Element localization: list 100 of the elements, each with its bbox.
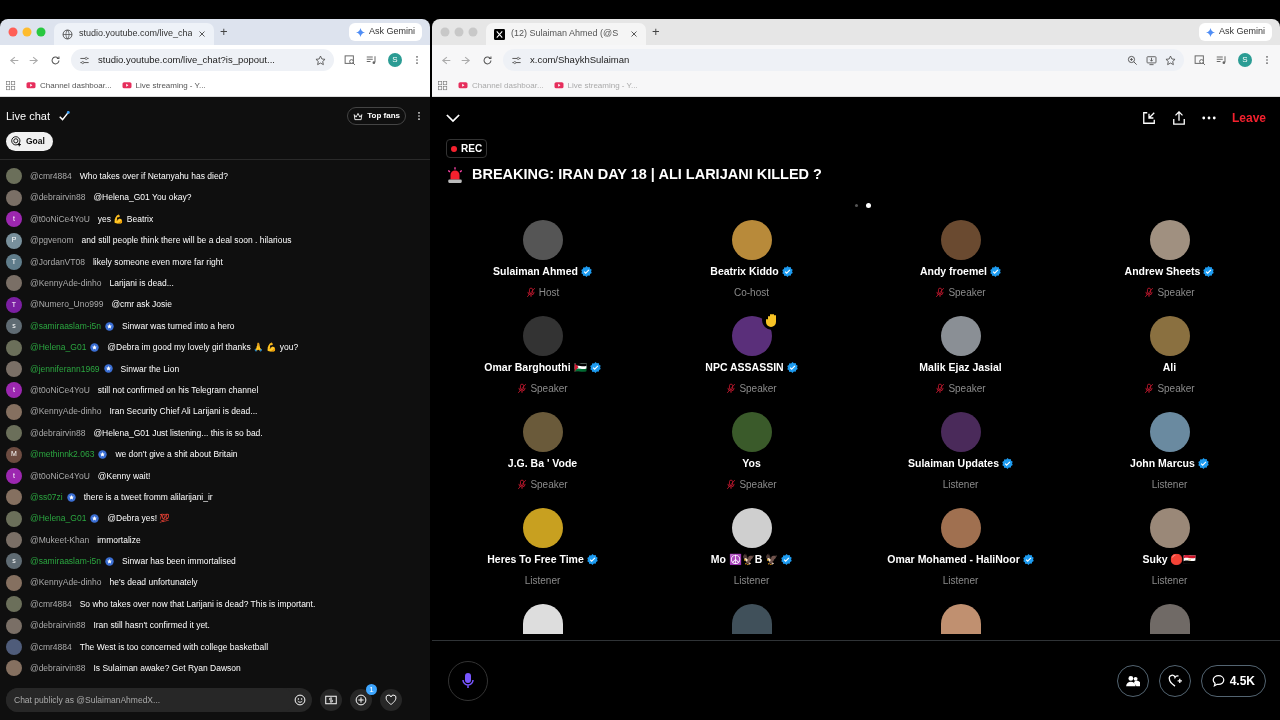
chat-author[interactable]: @ss07zi (30, 490, 63, 504)
browser-tab[interactable]: (12) Sulaiman Ahmed (@S (486, 23, 646, 45)
chat-author[interactable]: @pgvenom (30, 234, 74, 247)
address-bar[interactable]: studio.youtube.com/live_chat?is_popout... (71, 49, 334, 71)
chat-author[interactable]: @debrairvin88 (30, 662, 86, 675)
chat-author[interactable]: @jenniferann1969 (30, 362, 100, 376)
chat-author[interactable]: @samiraaslam-i5n (30, 319, 101, 333)
bookmark-link[interactable]: Live streaming - Y... (121, 79, 206, 92)
comments-button[interactable]: 4.5K (1200, 664, 1266, 697)
chat-author[interactable]: @t0oNiCe4YoU (30, 469, 90, 483)
chat-message: we don't give a shit about Britain (115, 448, 238, 461)
chat-author[interactable]: @KennyAde-dinho (30, 277, 102, 290)
chat-author[interactable]: @Helena_G01 (30, 512, 87, 526)
install-icon[interactable] (1146, 54, 1157, 66)
emoji-icon[interactable] (294, 694, 306, 706)
share-icon[interactable] (1171, 111, 1186, 125)
react-button[interactable] (1158, 664, 1191, 697)
chat-author[interactable]: @debrairvin88 (30, 191, 86, 205)
avatar-photo (522, 603, 563, 634)
sparkle-icon (1206, 27, 1215, 37)
chat-author[interactable]: @cmr4884 (30, 597, 72, 611)
page-dot[interactable] (866, 203, 871, 209)
bookmark-link[interactable]: Channel dashboar... (26, 79, 112, 92)
member-badge-icon (66, 492, 76, 502)
chat-author[interactable]: @JordanVT08 (30, 255, 85, 269)
top-fans-button[interactable]: Top fans (347, 107, 406, 125)
add-button[interactable] (350, 689, 372, 711)
people-icon (1125, 674, 1140, 687)
ask-gemini-button[interactable]: Ask Gemini (349, 23, 422, 41)
participant-name[interactable]: Heres To Free Time (487, 551, 584, 568)
tab-title: (12) Sulaiman Ahmed (@S (511, 27, 620, 41)
browser-tab[interactable]: studio.youtube.com/live_cha (54, 23, 214, 45)
chat-message: immortalize (97, 533, 141, 547)
check-icon[interactable] (58, 111, 71, 121)
participant-name[interactable]: NPC ASSASSIN (705, 359, 784, 376)
avatar-photo (6, 617, 22, 634)
participant-name[interactable]: Mo ☮🦅B 🦅 (710, 551, 779, 568)
chat-author[interactable]: @t0oNiCe4YoU (30, 383, 90, 397)
participant-name[interactable]: Beatrix Kiddo (710, 263, 779, 280)
chat-author[interactable]: @debrairvin88 (30, 426, 86, 440)
site-settings-icon[interactable] (79, 54, 90, 66)
ask-gemini-button[interactable]: Ask Gemini (1199, 23, 1272, 41)
chat-author[interactable]: @methinnk2.063 (30, 448, 95, 461)
chat-author[interactable]: @samiraaslam-i5n (30, 555, 101, 568)
participant-role: Listener (1151, 477, 1188, 492)
chat-author[interactable]: @cmr4884 (30, 640, 72, 654)
star-icon[interactable] (315, 54, 326, 66)
participant-name[interactable]: Yos (742, 455, 761, 472)
reload-icon[interactable] (482, 54, 493, 66)
new-tab-button[interactable]: + (220, 22, 228, 42)
address-bar[interactable]: x.com/ShaykhSulaiman (503, 49, 1184, 71)
microphone-icon (462, 672, 474, 689)
participant-role: Listener (733, 573, 770, 588)
site-settings-icon[interactable] (511, 54, 522, 66)
participant-name[interactable]: Andy froemel (919, 263, 988, 280)
chat-author[interactable]: @t0oNiCe4YoU (30, 212, 90, 226)
participant-name[interactable]: Ali (1162, 359, 1177, 376)
close-icon[interactable] (630, 30, 638, 38)
notification-badge: 1 (366, 684, 377, 695)
dock-icon[interactable] (1141, 111, 1156, 125)
microphone-button[interactable] (448, 660, 488, 701)
leave-button[interactable]: Leave (1231, 109, 1266, 127)
people-button[interactable] (1116, 664, 1149, 697)
participant-name[interactable]: Sulaiman Ahmed (493, 263, 578, 280)
music-list-icon[interactable] (1216, 54, 1228, 66)
reload-icon[interactable] (50, 54, 61, 66)
participant-name[interactable]: J.G. Ba ' Vode (507, 455, 578, 472)
apps-grid-icon[interactable] (6, 80, 16, 91)
chat-message: @Helena_G01 Just listening... this is so bad. (93, 426, 263, 440)
participant-role: Speaker (1157, 285, 1195, 300)
participant-name[interactable]: Andrew Sheets (1124, 263, 1201, 280)
participant-role: Listener (1151, 573, 1188, 588)
screen-search-icon[interactable] (344, 54, 356, 66)
more-options-icon[interactable] (1201, 116, 1216, 120)
avatar-photo (6, 425, 22, 442)
goal-button[interactable]: Goal (6, 132, 53, 151)
chat-message: @Debra yes! 💯 (107, 512, 171, 526)
zoom-icon[interactable] (1127, 54, 1138, 66)
chat-author[interactable]: @cmr4884 (30, 170, 72, 183)
like-button[interactable] (380, 689, 402, 711)
chat-author[interactable]: @Helena_G01 (30, 341, 87, 354)
chat-author[interactable]: @Mukeet-Khan (30, 533, 90, 547)
music-list-icon[interactable] (366, 54, 378, 66)
screen-search-icon[interactable] (1194, 54, 1206, 66)
chat-author[interactable]: @KennyAde-dinho (30, 576, 102, 590)
star-icon[interactable] (1165, 54, 1176, 66)
chat-author[interactable]: @debrairvin88 (30, 619, 86, 632)
collapse-chevron-icon[interactable] (446, 113, 460, 123)
participant-name[interactable]: John Marcus (1130, 455, 1195, 472)
apps-grid-icon[interactable] (438, 80, 448, 91)
super-chat-button[interactable] (320, 689, 342, 711)
participant-name[interactable]: Malik Ejaz Jasial (919, 359, 1002, 376)
page-dot[interactable] (855, 204, 858, 208)
close-icon[interactable] (198, 30, 206, 38)
participant-name[interactable]: Sulaiman Updates (908, 455, 999, 472)
chat-author[interactable]: @KennyAde-dinho (30, 405, 102, 419)
participant-name[interactable]: Omar Mohamed - HaliNoor (887, 551, 1020, 568)
chat-author[interactable]: @Numero_Uno999 (30, 298, 104, 312)
chat-input-field[interactable]: Chat publicly as @SulaimanAhmedX... (6, 688, 312, 712)
new-tab-button[interactable]: + (652, 22, 660, 42)
